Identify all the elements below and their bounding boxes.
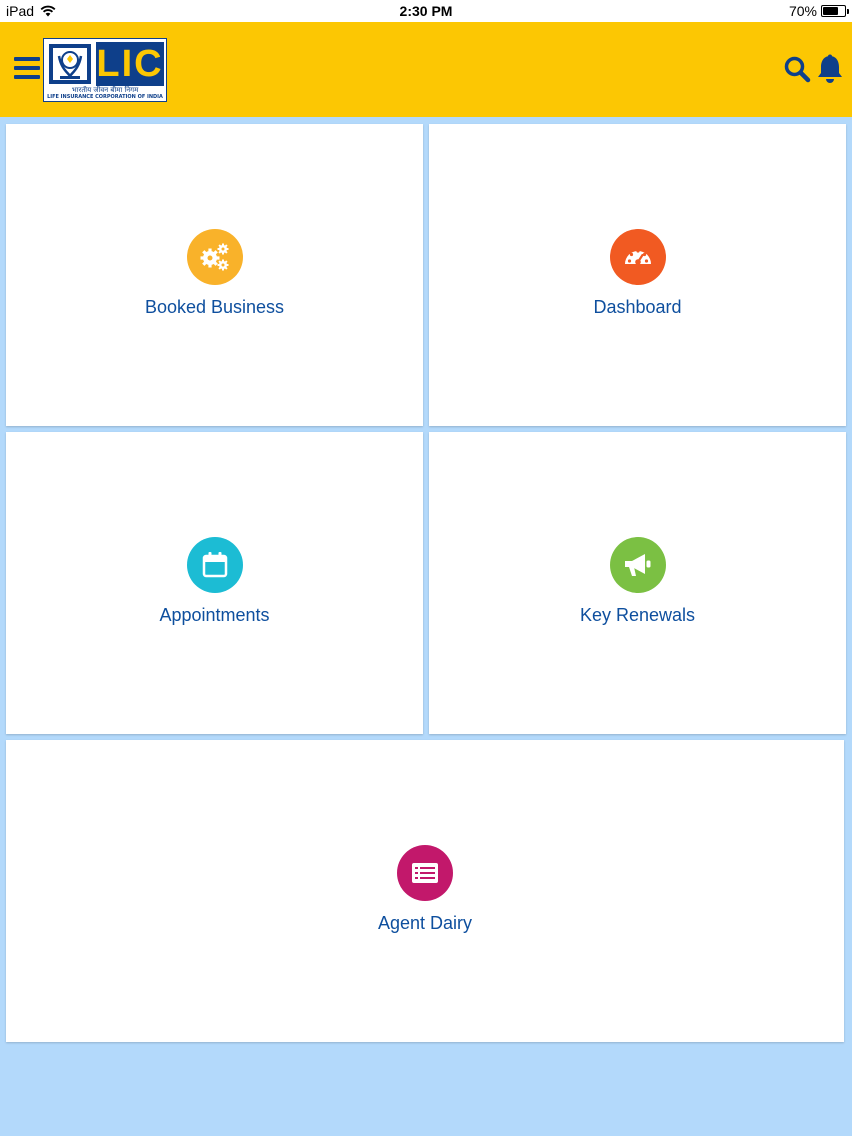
app-header: LIC भारतीय जीवन बीमा निगम LIFE INSURANCE…: [0, 22, 852, 117]
tile-icon-circle: [397, 845, 453, 901]
tile-label: Appointments: [159, 605, 270, 625]
tile-label: Key Renewals: [579, 605, 696, 625]
logo-letters: LIC: [96, 42, 164, 86]
battery-percent: 70%: [788, 3, 817, 19]
tile-appointments[interactable]: Appointments: [6, 432, 423, 734]
tile-label: Dashboard: [593, 297, 682, 317]
tile-label: Booked Business: [144, 297, 285, 317]
tile-icon-circle: [186, 229, 243, 285]
tile-label: Agent Dairy: [377, 913, 473, 933]
bell-icon[interactable]: [816, 54, 844, 84]
tile-key-renewals[interactable]: Key Renewals: [429, 432, 846, 734]
tile-dashboard[interactable]: Dashboard: [429, 124, 846, 426]
speedometer-icon: [624, 249, 651, 265]
gears-icon: [200, 243, 228, 271]
status-time: 2:30 PM: [399, 3, 453, 19]
status-bar: iPad 2:30 PM 70%: [0, 0, 852, 22]
logo-english-text: LIFE INSURANCE CORPORATION OF INDIA: [47, 94, 163, 100]
tile-booked-business[interactable]: Booked Business: [6, 124, 423, 426]
search-icon[interactable]: [783, 55, 811, 83]
tile-icon-circle: [609, 537, 666, 593]
list-icon: [412, 863, 438, 883]
megaphone-icon: [624, 554, 650, 576]
battery-icon: [821, 5, 849, 17]
lic-logo: LIC भारतीय जीवन बीमा निगम LIFE INSURANCE…: [43, 38, 167, 102]
tile-agent-dairy[interactable]: Agent Dairy: [6, 740, 844, 1042]
tile-icon-circle: [609, 229, 666, 285]
tile-icon-circle: [186, 537, 243, 593]
hamburger-menu-icon[interactable]: [14, 57, 40, 79]
calendar-icon: [202, 552, 227, 578]
lic-emblem-icon: [47, 42, 93, 86]
